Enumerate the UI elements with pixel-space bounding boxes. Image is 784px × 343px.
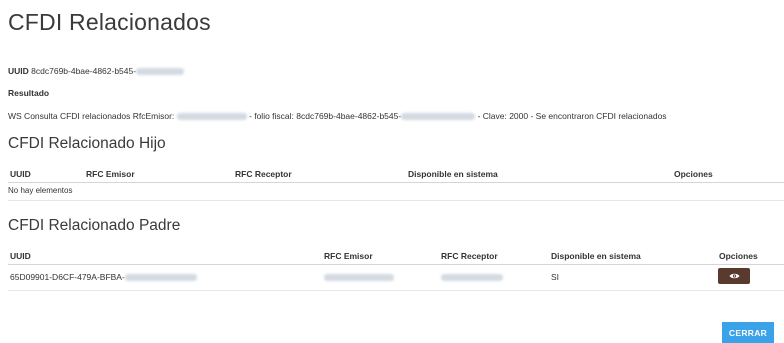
result-text: WS Consulta CFDI relacionados RfcEmisor:…	[8, 111, 667, 121]
result-text-part-2: - folio fiscal: 8cdc769b-4bae-4862-b545-	[249, 111, 402, 121]
padre-col-rfc-emisor: RFC Emisor	[324, 251, 373, 261]
padre-table: UUID RFC Emisor RFC Receptor Disponible …	[8, 248, 784, 291]
padre-table-header: UUID RFC Emisor RFC Receptor Disponible …	[8, 248, 784, 265]
uuid-line: UUID 8cdc769b-4bae-4862-b545-	[8, 66, 185, 76]
hijo-col-uuid: UUID	[10, 169, 31, 179]
hijo-empty-row: No hay elementos	[8, 183, 784, 201]
result-text-part-1: WS Consulta CFDI relacionados RfcEmisor:	[8, 111, 175, 121]
hijo-section-title: CFDI Relacionado Hijo	[8, 135, 166, 152]
padre-row-uuid: 65D09901-D6CF-479A-BFBA-	[10, 272, 197, 282]
page-title: CFDI Relacionados	[8, 9, 211, 35]
redacted-uuid-suffix	[124, 274, 197, 282]
hijo-col-rfc-emisor: RFC Emisor	[86, 169, 135, 179]
eye-icon	[729, 273, 739, 279]
hijo-col-opciones: Opciones	[674, 169, 713, 179]
padre-row-rfc-receptor	[441, 272, 503, 282]
uuid-label: UUID	[8, 66, 29, 76]
padre-row-disponible: SI	[551, 272, 560, 282]
hijo-table: UUID RFC Emisor RFC Receptor Disponible …	[8, 166, 784, 201]
close-button[interactable]: CERRAR	[722, 322, 774, 343]
redacted-folio-suffix	[401, 113, 476, 121]
hijo-table-header: UUID RFC Emisor RFC Receptor Disponible …	[8, 166, 784, 183]
hijo-col-rfc-receptor: RFC Receptor	[235, 169, 292, 179]
padre-section-title: CFDI Relacionado Padre	[8, 217, 181, 234]
hijo-empty-text: No hay elementos	[8, 186, 73, 195]
redacted-rfc-receptor	[441, 274, 503, 282]
padre-row-rfc-emisor	[324, 272, 394, 282]
padre-row-uuid-text: 65D09901-D6CF-479A-BFBA-	[10, 272, 125, 282]
uuid-value: 8cdc769b-4bae-4862-b545-	[31, 66, 137, 76]
result-label: Resultado	[8, 88, 50, 98]
view-cfdi-button[interactable]	[718, 268, 750, 284]
padre-col-uuid: UUID	[10, 251, 31, 261]
result-text-part-3: - Clave: 2000 - Se encontraron CFDI rela…	[477, 111, 667, 121]
redacted-rfc-emisor	[176, 113, 247, 121]
hijo-col-disponible: Disponible en sistema	[408, 169, 498, 179]
padre-col-rfc-receptor: RFC Receptor	[441, 251, 498, 261]
padre-col-opciones: Opciones	[719, 251, 758, 261]
table-row: 65D09901-D6CF-479A-BFBA- SI	[8, 265, 784, 291]
redacted-rfc-emisor	[324, 274, 394, 282]
padre-col-disponible: Disponible en sistema	[551, 251, 641, 261]
redacted-uuid-suffix	[136, 68, 185, 76]
